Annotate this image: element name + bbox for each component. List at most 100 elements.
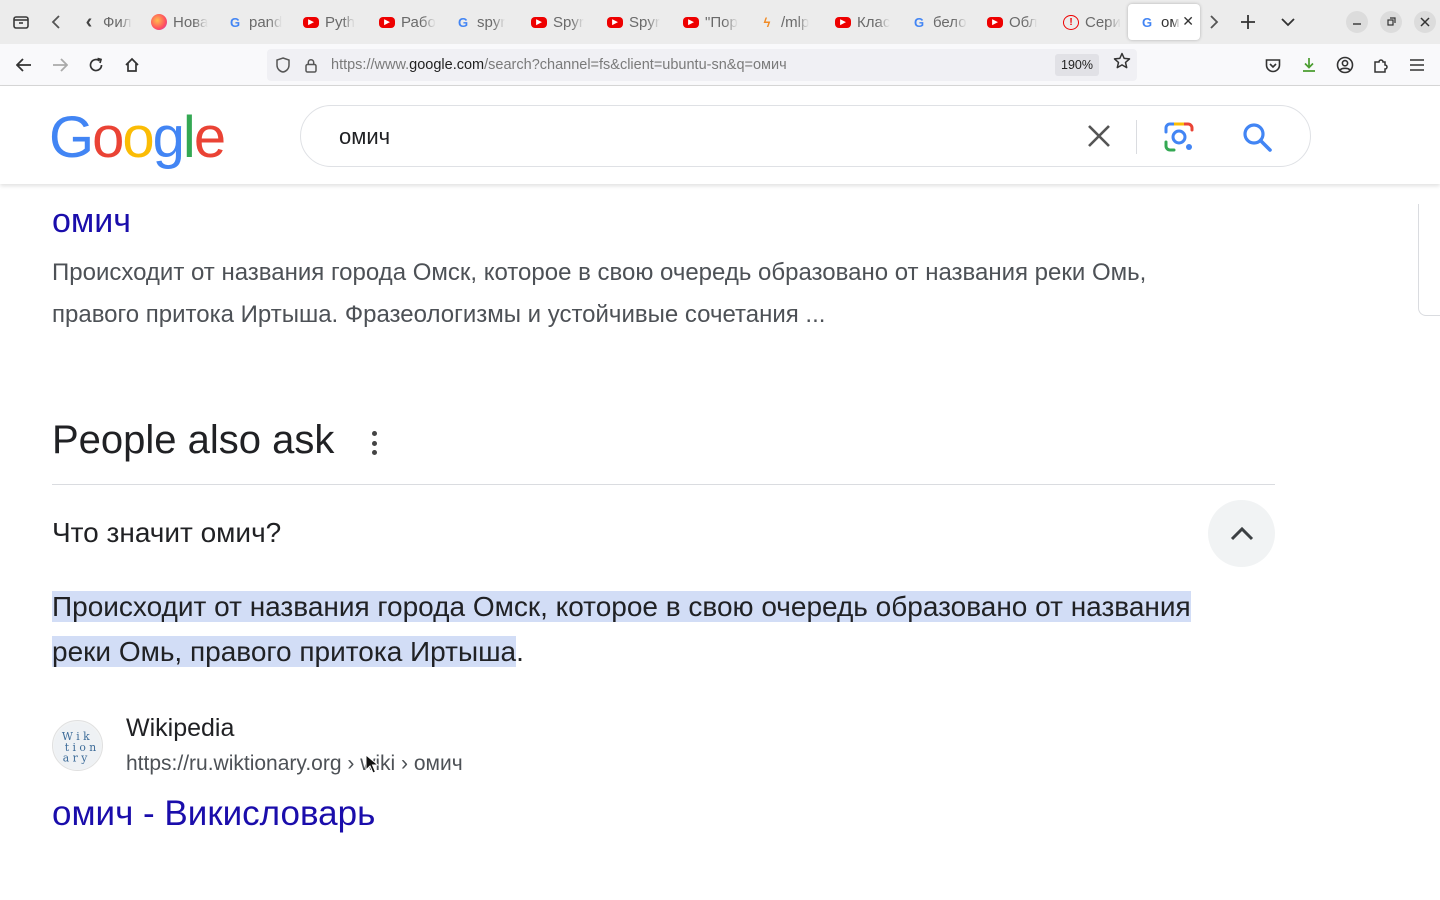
source-url[interactable]: https://ru.wiktionary.org › wiki › омич [126, 752, 463, 776]
google-header: Google омич [0, 86, 1440, 184]
tab[interactable]: ▶ Spyr [520, 4, 596, 40]
bookmark-star-icon[interactable] [1113, 52, 1131, 75]
reload-icon [89, 57, 103, 71]
logo-letter: l [182, 105, 196, 170]
tab[interactable]: ▶ Обл [976, 4, 1052, 40]
tab-overview-button[interactable] [0, 0, 42, 44]
tab[interactable]: ϟ/mlp [748, 4, 824, 40]
tab-bar: ‹ Фил Нова Gpand ▶ Pyth ▶ Рабо Gspyr ▶ Spyr ▶ Spyr ▶ "… [0, 0, 1440, 44]
download-icon [1303, 58, 1315, 72]
zoom-indicator[interactable]: 190% [1055, 54, 1099, 76]
google-logo[interactable]: Google [49, 109, 226, 167]
tab-strip: ‹ Фил Нова Gpand ▶ Pyth ▶ Рабо Gspyr ▶ Spyr ▶ Spyr ▶ "… [70, 0, 1128, 44]
tab-label: "Пор [705, 13, 738, 31]
tab[interactable]: ▶ Spyr [596, 4, 672, 40]
window-controls [1346, 0, 1436, 44]
camera-lens-icon [1164, 122, 1194, 152]
url-path: /search?channel=fs&client=ubuntu-sn&q=ом… [484, 57, 787, 73]
search-icon [1243, 123, 1272, 152]
tab[interactable]: Нова [140, 4, 216, 40]
tab-label: Рабо [401, 13, 436, 31]
url-bar[interactable]: https://www.google.com/search?channel=fs… [267, 49, 1137, 81]
shield-icon[interactable] [269, 49, 297, 81]
clear-search-button[interactable] [1081, 118, 1117, 154]
tab[interactable]: Gspyr [444, 4, 520, 40]
lock-icon[interactable] [297, 49, 325, 81]
close-window-button[interactable] [1414, 11, 1436, 33]
folder-icon [13, 16, 29, 29]
tab[interactable]: ▶ Pyth [292, 4, 368, 40]
result-title-link[interactable]: омич [52, 202, 131, 241]
logo-letter: o [92, 105, 124, 170]
menu-button[interactable] [1402, 47, 1432, 83]
tab[interactable]: ‹ Фил [70, 4, 140, 40]
reload-button[interactable] [78, 47, 114, 83]
bolt-icon: ϟ [763, 14, 771, 30]
people-also-ask-heading: People also ask [52, 418, 335, 462]
chevron-left-icon: ‹ [85, 10, 93, 33]
warning-icon: ! [1063, 14, 1079, 30]
source-title-link[interactable]: омич - Викисловарь [52, 794, 375, 834]
tab[interactable]: ▶ Рабо [368, 4, 444, 40]
account-button[interactable] [1330, 47, 1360, 83]
logo-letter: G [49, 105, 94, 170]
tab-label: ом [1161, 13, 1180, 31]
youtube-icon: ▶ [303, 16, 319, 28]
home-button[interactable] [114, 47, 150, 83]
chevron-down-icon [1281, 18, 1295, 27]
more-options-icon[interactable] [362, 428, 386, 458]
downloads-button[interactable] [1294, 47, 1324, 83]
maximize-button[interactable] [1380, 11, 1402, 33]
arrow-right-icon [53, 57, 68, 72]
source-name[interactable]: Wikipedia [126, 714, 234, 743]
youtube-icon: ▶ [607, 16, 623, 28]
firefox-icon [151, 14, 167, 30]
extensions-button[interactable] [1366, 47, 1396, 83]
google-lens-button[interactable] [1161, 119, 1197, 155]
restore-icon [1387, 17, 1396, 26]
tab[interactable]: Gpand [216, 4, 292, 40]
logo-letter: o [122, 105, 154, 170]
tab-label: Фил [103, 13, 132, 31]
tab-label: Обл [1009, 13, 1038, 31]
google-icon: G [229, 14, 241, 30]
url-text[interactable]: https://www.google.com/search?channel=fs… [331, 57, 787, 73]
tab[interactable]: Gбело [900, 4, 976, 40]
youtube-icon: ▶ [683, 16, 699, 28]
paa-answer: Происходит от названия города Омск, кото… [52, 584, 1192, 674]
hamburger-icon [1410, 59, 1424, 71]
tabs-scroll-right-button[interactable] [1200, 0, 1228, 44]
home-icon [125, 57, 139, 72]
tab-label: spyr [477, 13, 506, 31]
google-icon: G [457, 14, 469, 30]
close-tab-icon[interactable]: ✕ [1182, 13, 1194, 30]
collapse-question-button[interactable] [1208, 500, 1275, 567]
tab[interactable]: ! Сери [1052, 4, 1128, 40]
pocket-button[interactable] [1258, 47, 1288, 83]
google-icon: G [1141, 14, 1153, 30]
tab-label: Нова [173, 13, 209, 31]
minimize-button[interactable] [1346, 11, 1368, 33]
wiktionary-favicon: W i k t i o n a r y [52, 720, 103, 771]
list-all-tabs-button[interactable] [1268, 0, 1308, 44]
tab[interactable]: ▶ "Пор [672, 4, 748, 40]
wiktionary-logo-icon: W i k t i o n a r y [53, 721, 102, 770]
back-button[interactable] [6, 47, 42, 83]
search-box[interactable]: омич [300, 105, 1311, 167]
minimize-icon [1353, 23, 1361, 25]
tab-label: pand [249, 13, 283, 31]
tab-label: Spyr [553, 13, 584, 31]
paa-question[interactable]: Что значит омич? [52, 517, 281, 549]
new-tab-button[interactable] [1228, 0, 1268, 44]
tabs-scroll-left-button[interactable] [42, 0, 70, 44]
navigation-toolbar: https://www.google.com/search?channel=fs… [0, 44, 1440, 86]
search-input[interactable]: омич [339, 124, 390, 150]
youtube-icon: ▶ [379, 16, 395, 28]
forward-button[interactable] [42, 47, 78, 83]
tab-active[interactable]: G ом ✕ [1128, 4, 1200, 40]
tab-label: Клас [857, 13, 891, 31]
tab[interactable]: ▶ Клас [824, 4, 900, 40]
tab-label: /mlp [781, 13, 810, 31]
url-prefix: https://www. [331, 57, 410, 73]
search-button[interactable] [1239, 119, 1275, 155]
